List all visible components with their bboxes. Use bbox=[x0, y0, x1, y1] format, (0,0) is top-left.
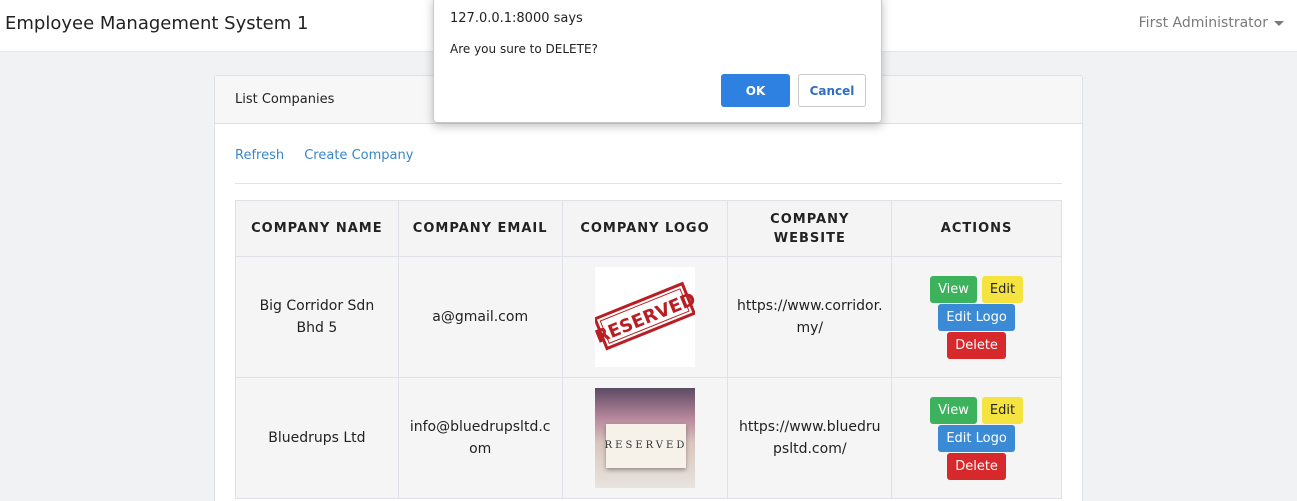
ok-button[interactable]: OK bbox=[721, 74, 790, 107]
edit-logo-button[interactable]: Edit Logo bbox=[938, 424, 1015, 452]
company-name: Big Corridor Sdn Bhd 5 bbox=[235, 256, 399, 378]
app-brand[interactable]: Employee Management System 1 bbox=[5, 13, 308, 34]
header-company-logo: COMPANY LOGO bbox=[561, 200, 729, 257]
company-name: Bluedrups Ltd bbox=[235, 377, 399, 499]
header-company-name: COMPANY NAME bbox=[235, 200, 399, 257]
company-logo-cell: RESERVED bbox=[561, 256, 729, 378]
company-logo: RESERVED bbox=[594, 267, 695, 367]
edit-button[interactable]: Edit bbox=[981, 275, 1024, 303]
user-name: First Administrator bbox=[1138, 15, 1268, 31]
view-button[interactable]: View bbox=[930, 275, 977, 303]
divider bbox=[235, 183, 1062, 184]
actions-cell: View Edit Edit Logo Delete bbox=[891, 377, 1062, 499]
edit-button[interactable]: Edit bbox=[981, 396, 1024, 424]
delete-button[interactable]: Delete bbox=[947, 452, 1006, 480]
logo-sign-text: RESERVED bbox=[605, 424, 686, 468]
refresh-link[interactable]: Refresh bbox=[235, 148, 284, 163]
table-header-row: COMPANY NAME COMPANY EMAIL COMPANY LOGO … bbox=[235, 200, 1062, 257]
company-website: https://www.bluedrupsltd.com/ bbox=[727, 377, 893, 499]
edit-logo-button[interactable]: Edit Logo bbox=[938, 303, 1015, 331]
company-email: a@gmail.com bbox=[397, 256, 563, 378]
table-row: Big Corridor Sdn Bhd 5 a@gmail.com RESER… bbox=[235, 256, 1062, 378]
view-button[interactable]: View bbox=[930, 396, 977, 424]
user-menu[interactable]: First Administrator bbox=[1139, 15, 1284, 31]
header-company-website: COMPANY WEBSITE bbox=[727, 200, 893, 257]
chevron-down-icon bbox=[1274, 20, 1284, 26]
company-logo-cell: RESERVED bbox=[561, 377, 729, 499]
company-email: info@bluedrupsltd.com bbox=[397, 377, 563, 499]
company-logo: RESERVED bbox=[594, 388, 695, 488]
create-company-link[interactable]: Create Company bbox=[304, 148, 413, 163]
dialog-title: 127.0.0.1:8000 says bbox=[450, 11, 583, 26]
table-row: Bluedrups Ltd info@bluedrupsltd.com RESE… bbox=[235, 377, 1062, 499]
card-links: Refresh Create Company bbox=[235, 148, 429, 163]
delete-button[interactable]: Delete bbox=[947, 331, 1006, 359]
header-company-email: COMPANY EMAIL bbox=[397, 200, 563, 257]
header-actions: ACTIONS bbox=[891, 200, 1062, 257]
companies-table: COMPANY NAME COMPANY EMAIL COMPANY LOGO … bbox=[235, 200, 1062, 499]
company-website: https://www.corridor.my/ bbox=[727, 256, 893, 378]
cancel-button[interactable]: Cancel bbox=[798, 74, 866, 107]
confirm-dialog: 127.0.0.1:8000 says Are you sure to DELE… bbox=[433, 0, 882, 123]
companies-card: List Companies Refresh Create Company CO… bbox=[214, 75, 1083, 501]
actions-cell: View Edit Edit Logo Delete bbox=[891, 256, 1062, 378]
dialog-message: Are you sure to DELETE? bbox=[450, 42, 598, 56]
